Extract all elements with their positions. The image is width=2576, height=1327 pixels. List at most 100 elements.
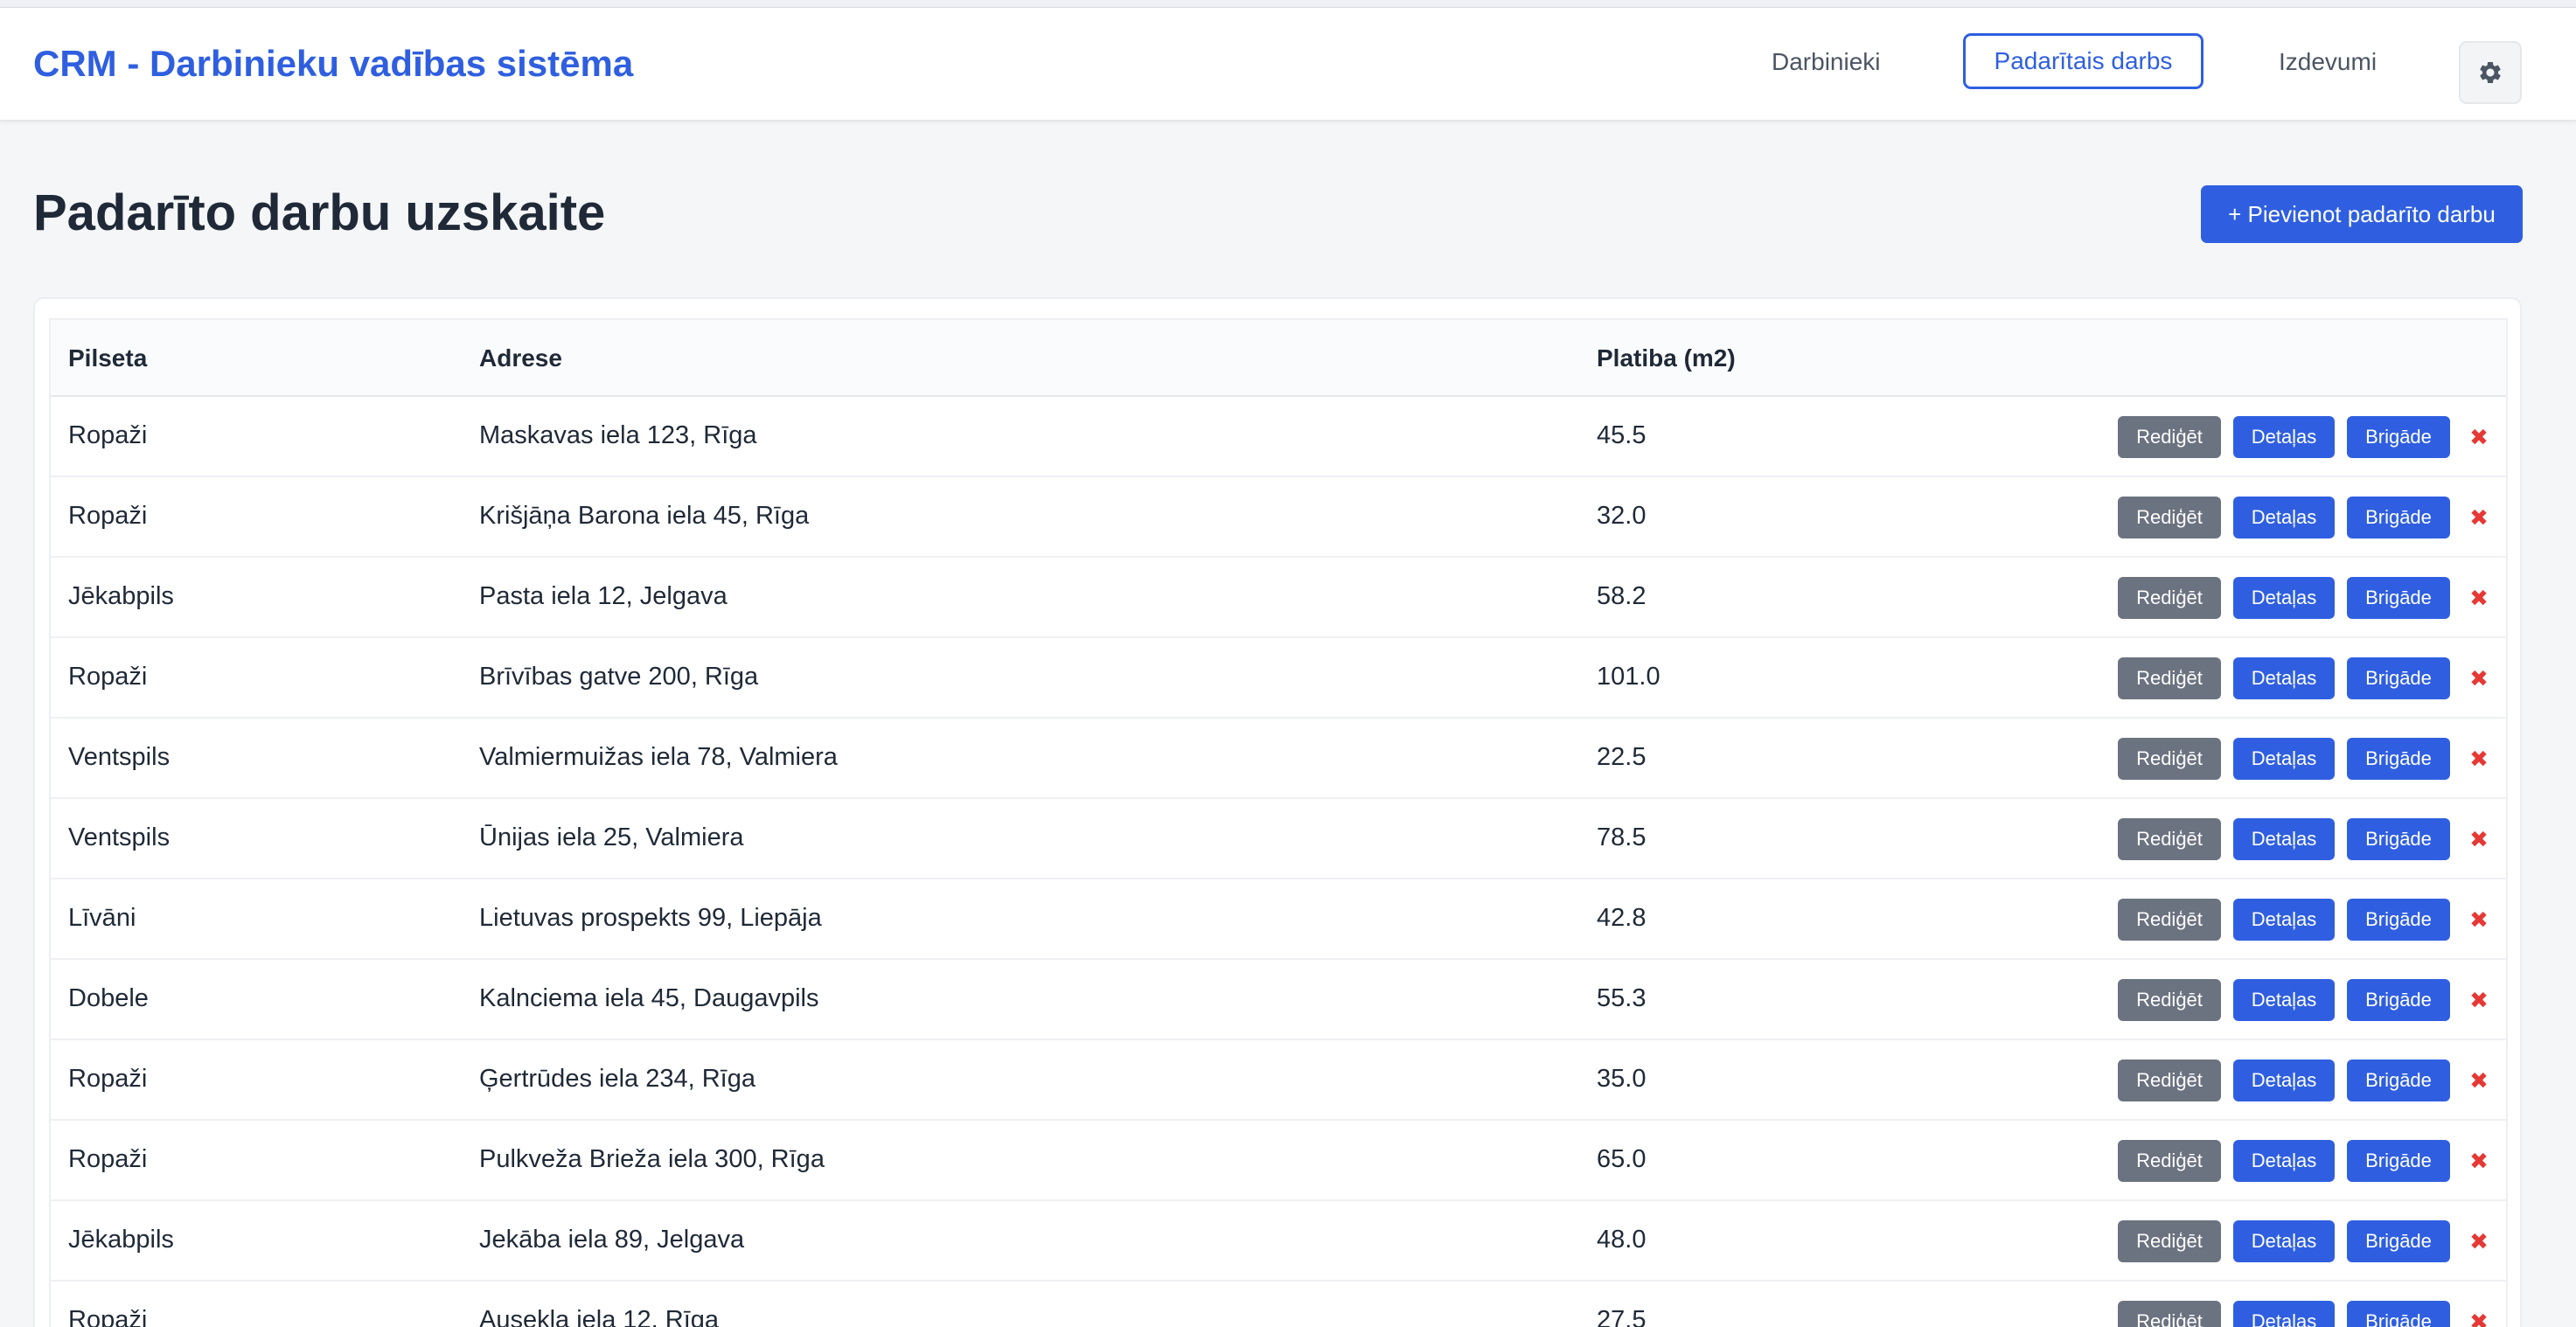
cell-area: 48.0 (1597, 1226, 1647, 1254)
column-header-area: Platiba (m2) (1597, 344, 1736, 372)
settings-button[interactable] (2459, 41, 2522, 104)
table-row: Jēkabpils Jekāba iela 89, Jelgava 48.0 Redi… (51, 1201, 2506, 1282)
details-button[interactable]: Detaļas (2233, 1301, 2335, 1327)
brigade-button[interactable]: Brigāde (2347, 1140, 2450, 1182)
brigade-button[interactable]: Brigāde (2347, 657, 2450, 699)
brigade-button[interactable]: Brigāde (2347, 1301, 2450, 1327)
edit-button[interactable]: Rediģēt (2118, 738, 2221, 780)
nav-link-izdevumi[interactable]: Izdevumi (2279, 48, 2377, 76)
edit-button[interactable]: Rediģēt (2118, 899, 2221, 941)
edit-button[interactable]: Rediģēt (2118, 657, 2221, 699)
table-row: Ventspils Valmiermuižas iela 78, Valmiera… (51, 719, 2506, 799)
cell-address: Lietuvas prospekts 99, Liepāja (479, 904, 822, 932)
cell-city: Ropaži (68, 502, 148, 530)
delete-icon[interactable]: ✖ (2464, 818, 2494, 860)
table-row: Jēkabpils Pasta iela 12, Jelgava 58.2 Rediģ… (51, 558, 2506, 638)
table-row: Ropaži Ausekļa iela 12, Rīga 27.5 Rediģēt De… (51, 1282, 2506, 1327)
cell-area: 35.0 (1597, 1065, 1647, 1093)
edit-button[interactable]: Rediģēt (2118, 1060, 2221, 1101)
nav-link-darbinieki[interactable]: Darbinieki (1772, 48, 1881, 76)
nav-link-padaritais-darbs[interactable]: Padarītais darbs (1963, 33, 2204, 89)
table-body: Ropaži Maskavas iela 123, Rīga 45.5 Rediģēt… (51, 397, 2506, 1327)
details-button[interactable]: Detaļas (2233, 1060, 2335, 1101)
details-button[interactable]: Detaļas (2233, 1140, 2335, 1182)
cell-address: Maskavas iela 123, Rīga (479, 421, 757, 449)
delete-icon[interactable]: ✖ (2464, 1140, 2494, 1182)
cell-address: Ūnijas iela 25, Valmiera (479, 823, 744, 851)
delete-icon[interactable]: ✖ (2464, 738, 2494, 780)
brigade-button[interactable]: Brigāde (2347, 1060, 2450, 1101)
cell-address: Jekāba iela 89, Jelgava (479, 1226, 745, 1254)
cell-address: Pasta iela 12, Jelgava (479, 582, 728, 610)
delete-icon[interactable]: ✖ (2464, 497, 2494, 538)
brigade-button[interactable]: Brigāde (2347, 899, 2450, 941)
cell-city: Ropaži (68, 1306, 148, 1327)
table-row: Dobele Kalnciema iela 45, Daugavpils 55.3 R… (51, 960, 2506, 1040)
details-button[interactable]: Detaļas (2233, 657, 2335, 699)
cell-area: 78.5 (1597, 823, 1647, 851)
delete-icon[interactable]: ✖ (2464, 416, 2494, 458)
edit-button[interactable]: Rediģēt (2118, 497, 2221, 538)
cell-city: Ropaži (68, 421, 148, 449)
table-row: Ropaži Brīvības gatve 200, Rīga 101.0 Rediģ… (51, 638, 2506, 719)
details-button[interactable]: Detaļas (2233, 979, 2335, 1021)
brigade-button[interactable]: Brigāde (2347, 577, 2450, 619)
cell-address: Pulkveža Brieža iela 300, Rīga (479, 1145, 825, 1173)
edit-button[interactable]: Rediģēt (2118, 818, 2221, 860)
details-button[interactable]: Detaļas (2233, 1220, 2335, 1262)
cell-address: Valmiermuižas iela 78, Valmiera (479, 743, 838, 771)
cell-area: 58.2 (1597, 582, 1647, 610)
table-row: Ventspils Ūnijas iela 25, Valmiera 78.5 Red… (51, 799, 2506, 879)
table-row: Līvāni Lietuvas prospekts 99, Liepāja 42.8… (51, 879, 2506, 960)
details-button[interactable]: Detaļas (2233, 577, 2335, 619)
cell-area: 42.8 (1597, 904, 1647, 932)
delete-icon[interactable]: ✖ (2464, 979, 2494, 1021)
navbar: CRM - Darbinieku vadības sistēma Darbini… (0, 8, 2576, 122)
brigade-button[interactable]: Brigāde (2347, 979, 2450, 1021)
cell-city: Dobele (68, 984, 149, 1012)
cell-address: Kalnciema iela 45, Daugavpils (479, 984, 819, 1012)
work-table-card: Pilseta Adrese Platiba (m2) Ropaži Maskav… (33, 297, 2522, 1327)
details-button[interactable]: Detaļas (2233, 416, 2335, 458)
cell-city: Līvāni (68, 904, 136, 932)
add-completed-work-button[interactable]: + Pievienot padarīto darbu (2201, 185, 2523, 243)
brigade-button[interactable]: Brigāde (2347, 818, 2450, 860)
cell-address: Ausekļa iela 12, Rīga (479, 1306, 720, 1327)
cell-city: Ventspils (68, 743, 171, 771)
details-button[interactable]: Detaļas (2233, 818, 2335, 860)
brigade-button[interactable]: Brigāde (2347, 416, 2450, 458)
edit-button[interactable]: Rediģēt (2118, 1140, 2221, 1182)
edit-button[interactable]: Rediģēt (2118, 577, 2221, 619)
delete-icon[interactable]: ✖ (2464, 1301, 2494, 1327)
delete-icon[interactable]: ✖ (2464, 899, 2494, 941)
page-title: Padarīto darbu uzskaite (33, 184, 606, 241)
delete-icon[interactable]: ✖ (2464, 1220, 2494, 1262)
edit-button[interactable]: Rediģēt (2118, 979, 2221, 1021)
window-top-edge (0, 0, 2576, 8)
app-brand-title[interactable]: CRM - Darbinieku vadības sistēma (33, 43, 633, 85)
cell-area: 101.0 (1597, 663, 1660, 691)
column-header-address: Adrese (479, 344, 562, 372)
cell-area: 27.5 (1597, 1306, 1647, 1327)
cell-city: Ropaži (68, 1065, 148, 1093)
edit-button[interactable]: Rediģēt (2118, 416, 2221, 458)
brigade-button[interactable]: Brigāde (2347, 1220, 2450, 1262)
table-row: Ropaži Maskavas iela 123, Rīga 45.5 Rediģēt… (51, 397, 2506, 477)
cell-city: Ropaži (68, 1145, 148, 1173)
brigade-button[interactable]: Brigāde (2347, 497, 2450, 538)
delete-icon[interactable]: ✖ (2464, 1060, 2494, 1101)
cell-address: Krišjāņa Barona iela 45, Rīga (479, 502, 810, 530)
app-window: CRM - Darbinieku vadības sistēma Darbini… (0, 0, 2576, 1327)
cell-area: 45.5 (1597, 421, 1647, 449)
edit-button[interactable]: Rediģēt (2118, 1301, 2221, 1327)
details-button[interactable]: Detaļas (2233, 497, 2335, 538)
brigade-button[interactable]: Brigāde (2347, 738, 2450, 780)
details-button[interactable]: Detaļas (2233, 899, 2335, 941)
details-button[interactable]: Detaļas (2233, 738, 2335, 780)
column-header-city: Pilseta (68, 344, 148, 372)
delete-icon[interactable]: ✖ (2464, 657, 2494, 699)
cell-city: Jēkabpils (68, 582, 174, 610)
delete-icon[interactable]: ✖ (2464, 577, 2494, 619)
table-row: Ropaži Krišjāņa Barona iela 45, Rīga 32.0 R… (51, 477, 2506, 558)
edit-button[interactable]: Rediģēt (2118, 1220, 2221, 1262)
